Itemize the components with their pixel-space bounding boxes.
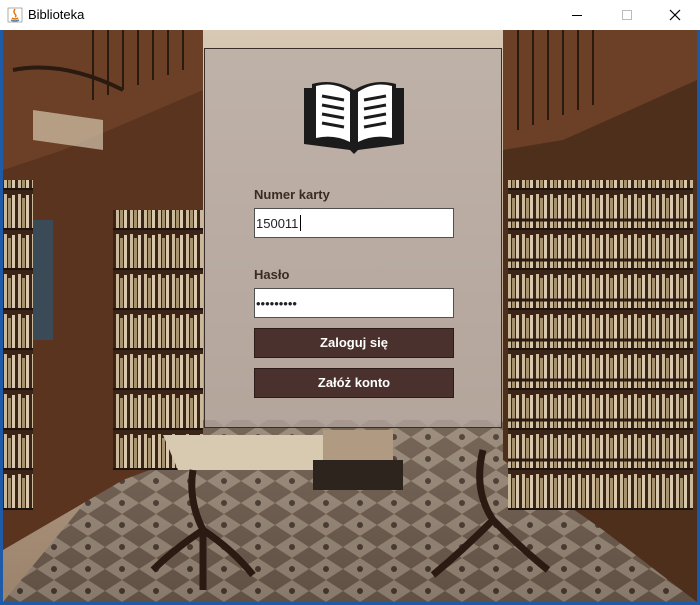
close-button[interactable] (652, 0, 698, 30)
window-title: Biblioteka (28, 7, 85, 22)
password-label: Hasło (254, 267, 290, 282)
open-book-icon (304, 82, 404, 154)
login-button[interactable]: Zaloguj się (254, 328, 454, 358)
register-button[interactable]: Załóż konto (254, 368, 454, 398)
maximize-icon (622, 10, 632, 20)
title-bar: Biblioteka (0, 0, 700, 31)
java-icon (7, 7, 23, 23)
minimize-button[interactable] (554, 0, 600, 30)
maximize-button[interactable] (604, 0, 650, 30)
client-area: Numer karty Hasło Zaloguj się Załóż kont… (3, 30, 697, 602)
minimize-icon (572, 15, 582, 16)
login-panel: Numer karty Hasło Zaloguj się Załóż kont… (204, 48, 502, 428)
close-icon (669, 9, 681, 21)
card-number-label: Numer karty (254, 187, 330, 202)
card-number-field[interactable] (254, 208, 454, 238)
password-field[interactable] (254, 288, 454, 318)
text-caret (300, 215, 301, 231)
